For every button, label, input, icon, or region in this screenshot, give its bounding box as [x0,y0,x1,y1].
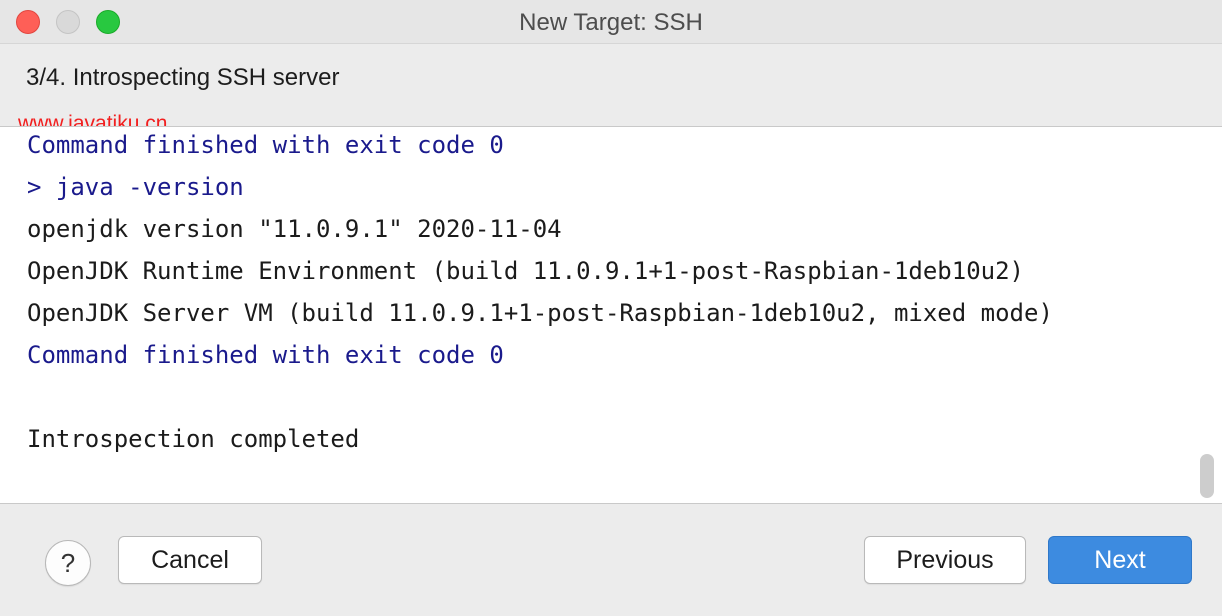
console-line: Command finished with exit code 0 [27,341,504,369]
step-title: 3/4. Introspecting SSH server [26,64,340,91]
step-header: 3/4. Introspecting SSH server www.javati… [0,44,1222,135]
help-button[interactable]: ? [45,540,91,586]
console-line: Command finished with exit code 0 [27,131,504,159]
console-line: openjdk version "11.0.9.1" 2020-11-04 [27,215,562,243]
console-line: Introspection completed [27,425,360,453]
window-titlebar: New Target: SSH [0,0,1222,44]
next-button[interactable]: Next [1048,536,1192,584]
console-line: > java -version [27,173,244,201]
previous-button[interactable]: Previous [864,536,1026,584]
window-title: New Target: SSH [519,9,703,36]
cancel-button[interactable]: Cancel [118,536,262,584]
console-line: OpenJDK Runtime Environment (build 11.0.… [27,257,1024,285]
console-line: OpenJDK Server VM (build 11.0.9.1+1-post… [27,299,1053,327]
dialog-footer: ? Cancel Previous Next [0,504,1222,616]
help-icon: ? [60,547,76,578]
console-output[interactable]: Command finished with exit code 0 > java… [0,126,1222,504]
console-scrollbar-thumb[interactable] [1200,454,1214,498]
